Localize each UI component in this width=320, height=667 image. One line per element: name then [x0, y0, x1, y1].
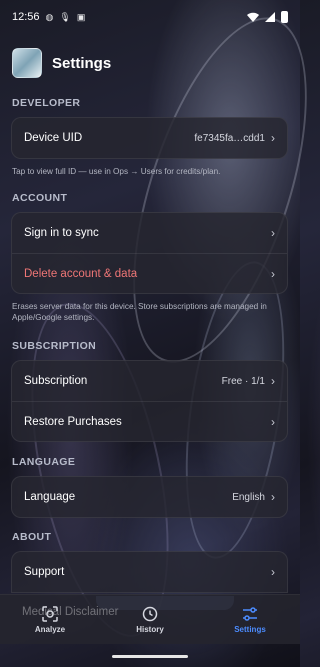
scan-icon — [42, 605, 58, 622]
chevron-right-icon: › — [271, 414, 275, 429]
language-row[interactable]: Language English › — [12, 477, 287, 517]
sign-in-label: Sign in to sync — [24, 227, 99, 239]
sign-in-row[interactable]: Sign in to sync › — [12, 213, 287, 253]
shield-icon: ◍ — [45, 11, 54, 22]
subscription-value: Free · 1/1 — [221, 375, 265, 387]
nav-settings[interactable]: Settings — [200, 595, 300, 644]
restore-purchases-row[interactable]: Restore Purchases › — [12, 401, 287, 441]
support-label: Support — [24, 566, 65, 578]
language-label: Language — [24, 491, 76, 503]
nav-history[interactable]: History — [100, 595, 200, 644]
nav-settings-label: Settings — [234, 624, 266, 634]
chevron-right-icon: › — [271, 490, 275, 504]
section-label-account: ACCOUNT — [12, 192, 68, 204]
device-uid-row[interactable]: Device UID fe7345fa…cdd1 › — [12, 118, 287, 158]
chevron-right-icon: › — [271, 131, 275, 145]
device-uid-label: Device UID — [24, 132, 83, 144]
chevron-right-icon: › — [271, 226, 275, 240]
subscription-card: Subscription Free · 1/1 › Restore Purcha… — [11, 360, 288, 442]
account-card: Sign in to sync › Delete account & data … — [11, 212, 288, 294]
section-label-subscription: SUBSCRIPTION — [12, 340, 97, 352]
delete-account-row[interactable]: Delete account & data › — [12, 253, 287, 293]
support-row[interactable]: Support › — [12, 552, 287, 592]
section-label-language: LANGUAGE — [12, 456, 76, 468]
subscription-label: Subscription — [24, 375, 88, 387]
language-value: English — [232, 491, 265, 503]
section-label-developer: DEVELOPER — [12, 97, 81, 109]
background-wave — [97, 0, 320, 383]
status-time: 12:56 — [12, 11, 40, 23]
signal-icon — [265, 12, 275, 22]
developer-card: Device UID fe7345fa…cdd1 › — [11, 117, 288, 159]
notification-icon: ▣ — [76, 11, 86, 22]
about-card: Support › — [11, 551, 288, 593]
page-title: Settings — [52, 54, 112, 72]
developer-note: Tap to view full ID — use in Ops → Users… — [12, 167, 221, 176]
clock-icon — [142, 606, 158, 621]
language-card: Language English › — [11, 476, 288, 518]
nav-analyze-label: Analyze — [34, 624, 66, 634]
app-avatar — [12, 48, 42, 78]
nav-analyze[interactable]: Analyze — [0, 595, 100, 644]
wifi-icon — [247, 12, 259, 22]
subscription-row[interactable]: Subscription Free · 1/1 › — [12, 361, 287, 401]
chevron-right-icon: › — [271, 374, 275, 388]
bottom-nav: Analyze History Settings — [0, 594, 300, 644]
section-label-about: ABOUT — [12, 531, 52, 543]
account-note: Erases server data for this device. Stor… — [12, 302, 267, 322]
mic-icon: 🎙︎ — [59, 11, 71, 22]
restore-purchases-label: Restore Purchases — [24, 415, 122, 428]
device-uid-value: fe7345fa…cdd1 — [194, 132, 265, 144]
chevron-right-icon: › — [271, 565, 275, 579]
chevron-right-icon: › — [271, 266, 275, 281]
status-bar: 12:56 ◍ 🎙︎ ▣ — [0, 0, 300, 34]
nav-history-label: History — [136, 624, 164, 634]
sliders-icon — [243, 606, 257, 621]
delete-account-label: Delete account & data — [24, 267, 138, 280]
page-header: Settings — [12, 48, 111, 78]
home-indicator — [112, 655, 188, 658]
battery-icon — [281, 11, 288, 23]
